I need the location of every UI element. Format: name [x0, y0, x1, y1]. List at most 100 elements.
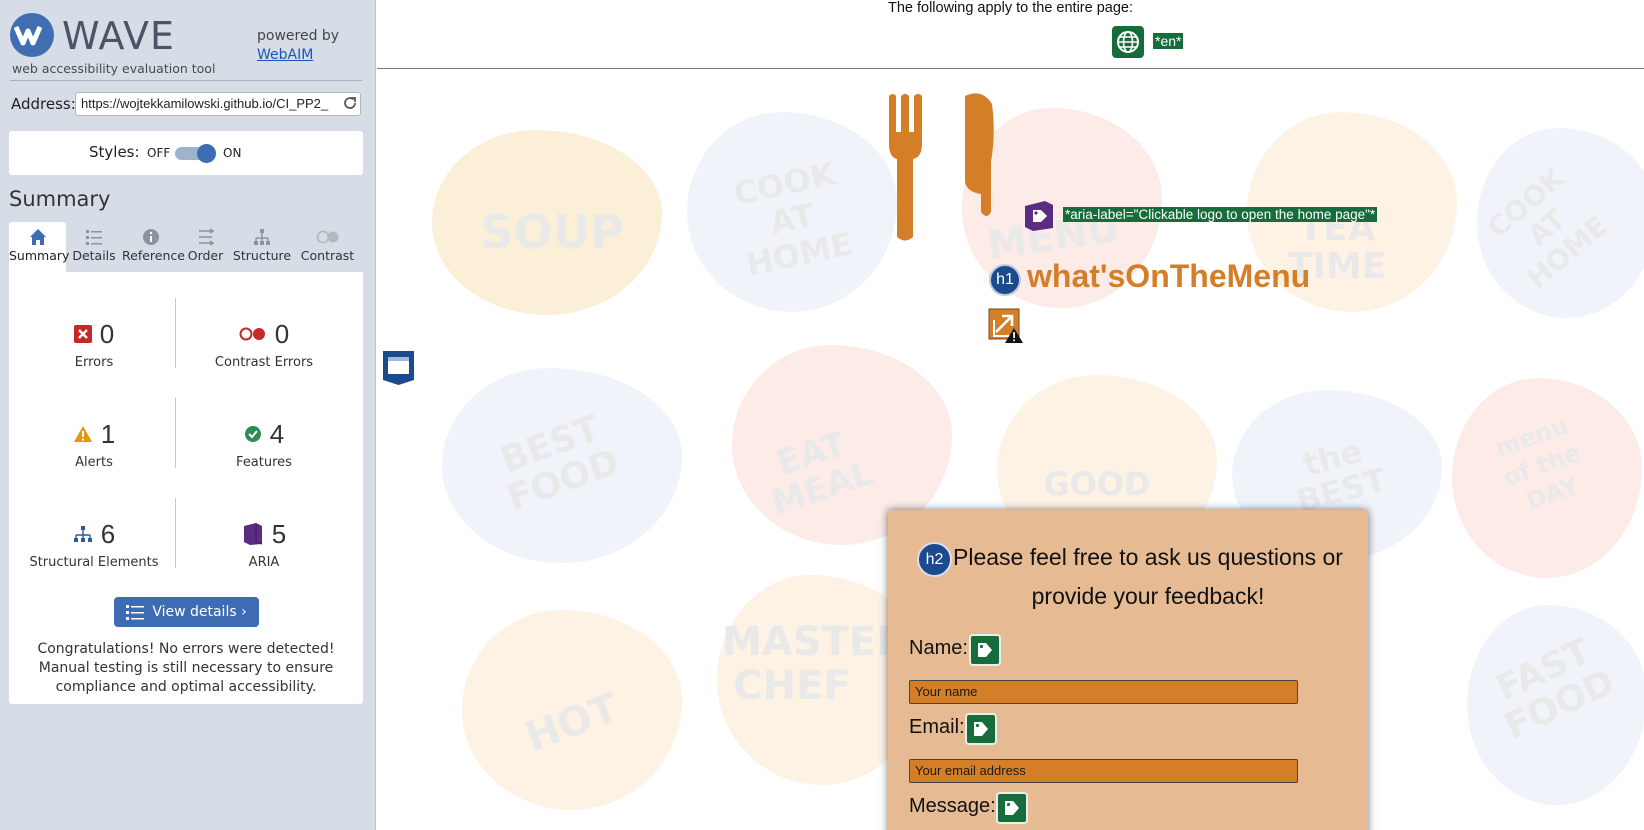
tab-summary[interactable]: Summary: [9, 222, 70, 272]
stat-structural-elements[interactable]: 6 Structural Elements: [14, 517, 174, 571]
feedback-form-card: h2 Please feel free to ask us questions …: [888, 510, 1368, 830]
list-icon: [86, 230, 102, 245]
redundant-link-alert-icon[interactable]: [988, 308, 1024, 344]
wave-tagline: web accessibility evaluation tool: [12, 61, 216, 76]
errors-label: Errors: [74, 355, 114, 370]
tab-label: Contrast: [300, 248, 355, 263]
summary-panel: 0 Errors 0 Contrast Errors 1 Alerts 4 Fe…: [9, 272, 363, 704]
message-label: Message:: [909, 795, 996, 817]
alerts-count: 1: [100, 418, 116, 449]
tab-order[interactable]: Order: [179, 222, 232, 272]
toggle-knob: [197, 144, 216, 163]
divider: [175, 498, 176, 568]
email-input[interactable]: Your email address: [909, 759, 1298, 783]
tag-icon: [978, 643, 992, 657]
structural-count: 6: [100, 518, 116, 549]
tag-icon: [974, 722, 988, 736]
alert-icon: [73, 426, 92, 442]
doodle-good: GOOD: [1043, 465, 1151, 503]
alerts-label: Alerts: [75, 455, 113, 470]
doodle-master-chef: MASTER CHEF: [722, 619, 907, 709]
form-label-feature-icon[interactable]: [965, 713, 997, 745]
name-label: Name:: [909, 637, 968, 659]
tab-structure[interactable]: Structure: [232, 222, 292, 272]
aria-count: 5: [271, 518, 287, 549]
site-title: what'sOnTheMenu: [1027, 258, 1311, 294]
structure-icon: [73, 526, 92, 542]
styles-off-label: OFF: [147, 146, 171, 160]
structure-icon: [254, 229, 270, 245]
summary-heading: Summary: [9, 187, 111, 211]
aria-icon: [243, 523, 262, 545]
reload-icon[interactable]: [342, 95, 358, 111]
stat-alerts[interactable]: 1 Alerts: [14, 417, 174, 470]
features-count: 4: [269, 418, 285, 449]
apply-text: The following apply to the entire page:: [887, 0, 1134, 16]
tab-bar: Summary Details Reference Order Structur…: [9, 222, 363, 272]
tab-label: Order: [187, 248, 224, 263]
contrast-icon: [316, 230, 338, 244]
structural-label: Structural Elements: [29, 555, 159, 570]
form-label-feature-icon[interactable]: [969, 634, 1001, 666]
h2-badge[interactable]: h2: [917, 542, 952, 577]
tab-reference[interactable]: Reference: [122, 222, 185, 272]
feedback-heading: Please feel free to ask us questions or …: [953, 544, 1343, 609]
address-bar: Address: https://wojtekkamilowski.github…: [11, 92, 363, 116]
info-icon: [142, 229, 159, 245]
wave-logo[interactable]: WAVE web accessibility evaluation tool p…: [10, 10, 362, 78]
feature-check-icon: [244, 426, 261, 442]
contrast-error-icon: [239, 327, 265, 341]
aria-label-tag: *aria-label="Clickable logo to open the …: [1063, 207, 1378, 222]
error-icon: [73, 325, 92, 343]
order-icon: [198, 228, 214, 246]
errors-count: 0: [99, 318, 115, 349]
address-input[interactable]: https://wojtekkamilowski.github.io/CI_PP…: [75, 92, 361, 116]
tab-label: Structure: [232, 248, 292, 263]
wave-logo-word: WAVE: [62, 14, 176, 58]
divider: [175, 298, 176, 368]
page-wide-icons-bar: The following apply to the entire page: …: [377, 0, 1644, 69]
form-label-feature-icon[interactable]: [996, 792, 1028, 824]
powered-by: powered by WebAIM: [257, 27, 339, 65]
contrast-errors-count: 0: [274, 318, 290, 349]
stat-features[interactable]: 4 Features: [184, 417, 344, 471]
styles-toggle[interactable]: [175, 144, 217, 163]
stat-aria[interactable]: 5 ARIA: [184, 517, 344, 570]
tab-contrast[interactable]: Contrast: [292, 222, 363, 272]
stat-errors[interactable]: 0 Errors: [14, 317, 174, 370]
aria-label-icon[interactable]: [1023, 200, 1055, 232]
aria-label: ARIA: [248, 555, 280, 570]
divider: [10, 80, 362, 81]
tag-icon: [1005, 801, 1019, 815]
globe-icon: [1117, 31, 1139, 53]
tab-details[interactable]: Details: [66, 222, 122, 272]
list-icon: [126, 605, 145, 620]
doodle-soup: SOUP: [480, 205, 624, 259]
wave-sidebar: WAVE web accessibility evaluation tool p…: [0, 0, 376, 830]
view-details-button[interactable]: View details ›: [114, 597, 259, 627]
view-details-label: View details ›: [152, 604, 247, 620]
webaim-link[interactable]: WebAIM: [257, 47, 313, 63]
tab-label: Details: [72, 248, 116, 263]
divider: [175, 398, 176, 468]
language-tag: *en*: [1153, 33, 1184, 49]
features-label: Features: [236, 455, 292, 470]
styles-label: Styles:: [89, 143, 140, 161]
email-label: Email:: [909, 716, 965, 738]
h1-badge[interactable]: h1: [989, 264, 1021, 296]
tab-label: Reference: [122, 248, 185, 263]
styles-on-label: ON: [223, 146, 242, 160]
wave-logo-icon: [10, 13, 54, 57]
congrats-message: Congratulations! No errors were detected…: [37, 641, 335, 695]
language-icon[interactable]: [1112, 26, 1144, 58]
stat-contrast-errors[interactable]: 0 Contrast Errors: [184, 317, 344, 371]
landmark-icon[interactable]: [382, 350, 415, 386]
evaluated-page: SOUP COOK AT HOME MENU TEA TIME COOK AT …: [377, 0, 1644, 830]
name-input[interactable]: Your name: [909, 680, 1298, 704]
address-label: Address:: [11, 95, 76, 113]
contrast-errors-label: Contrast Errors: [214, 355, 314, 370]
powered-by-text: powered by: [257, 28, 340, 44]
styles-toggle-box: Styles: OFF ON: [9, 131, 363, 175]
fork-knife-logo[interactable]: [887, 92, 1017, 242]
tab-label: Summary: [9, 248, 70, 263]
